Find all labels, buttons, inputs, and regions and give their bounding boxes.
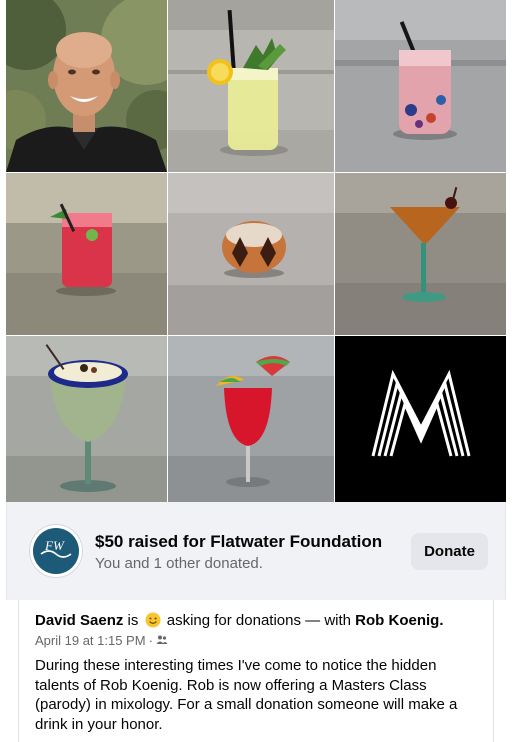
fundraiser-title[interactable]: $50 raised for Flatwater Foundation bbox=[95, 532, 382, 552]
cocktail-photo-pink[interactable] bbox=[335, 0, 506, 172]
post-frame: FW $50 raised for Flatwater Foundation Y… bbox=[0, 0, 512, 742]
post-meta: April 19 at 1:15 PM · bbox=[35, 633, 168, 649]
cocktail-photo-old-fashioned[interactable] bbox=[168, 173, 334, 335]
cocktail-photo-cream[interactable] bbox=[6, 336, 167, 502]
post-header: David Saenz is asking for donations — wi… bbox=[35, 612, 444, 630]
donate-button[interactable]: Donate bbox=[411, 533, 488, 570]
is-word: is bbox=[127, 612, 139, 629]
post-body-text: During these interesting times I've come… bbox=[35, 657, 458, 733]
friends-icon[interactable] bbox=[156, 634, 168, 646]
tagged-person[interactable]: Rob Koenig. bbox=[355, 612, 443, 629]
cocktail-photo-lemon[interactable] bbox=[168, 0, 334, 172]
activity-text: asking for donations — with bbox=[166, 612, 351, 629]
fundraiser-logo[interactable]: FW bbox=[29, 524, 83, 578]
cocktail-photo-red-rocks[interactable] bbox=[6, 173, 167, 335]
fundraiser-donors: You and 1 other donated. bbox=[95, 555, 263, 572]
cocktail-photo-red-umbrella[interactable] bbox=[168, 336, 334, 502]
post-timestamp[interactable]: April 19 at 1:15 PM bbox=[35, 633, 146, 648]
smiling-face-emoji-icon bbox=[145, 612, 161, 628]
fundraiser-bar: FW $50 raised for Flatwater Foundation Y… bbox=[6, 502, 506, 600]
logo-text: FW bbox=[44, 538, 65, 553]
cocktail-photo-martini[interactable] bbox=[335, 173, 506, 335]
post-card: David Saenz is asking for donations — wi… bbox=[18, 600, 494, 742]
photo-grid bbox=[6, 0, 506, 502]
meta-separator: · bbox=[148, 633, 153, 648]
portrait-photo[interactable] bbox=[6, 0, 167, 172]
flatwater-logo-icon: FW bbox=[33, 528, 79, 574]
author-name[interactable]: David Saenz bbox=[35, 612, 123, 629]
masters-logo-photo[interactable] bbox=[335, 336, 506, 502]
